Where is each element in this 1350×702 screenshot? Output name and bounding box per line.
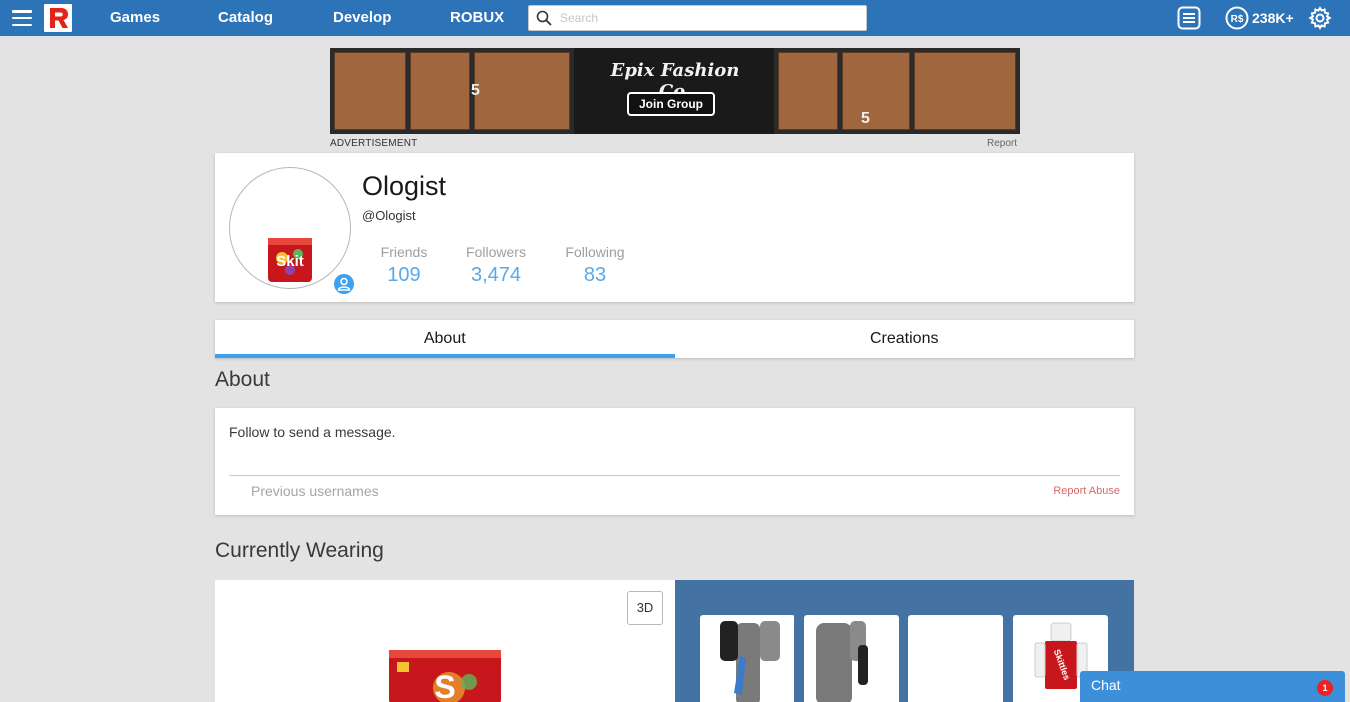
stat-value[interactable]: 3,474 (461, 264, 531, 287)
worn-item[interactable] (804, 615, 899, 702)
chat-bar[interactable]: Chat 1 (1080, 671, 1345, 702)
search-box (528, 5, 867, 31)
ad-price-tag: 5 (861, 110, 870, 127)
nav-develop[interactable]: Develop (333, 0, 391, 36)
profile-header: Skit Ologist @Ologist Friends 109 Follow… (215, 153, 1134, 302)
ad-shirt-thumbnail (410, 52, 470, 130)
stat-friends[interactable]: Friends 109 (375, 244, 433, 287)
ad-shirt-thumbnail (334, 52, 406, 130)
currently-wearing-heading: Currently Wearing (215, 539, 384, 562)
avatar[interactable]: Skit (229, 167, 356, 296)
online-status-badge (332, 272, 356, 296)
advertisement-label: ADVERTISEMENT (330, 138, 418, 149)
report-abuse-link[interactable]: Report Abuse (1053, 485, 1120, 497)
nav-robux[interactable]: ROBUX (450, 0, 504, 36)
roblox-logo-icon[interactable] (44, 4, 72, 32)
ad-report-link[interactable]: Report (987, 138, 1017, 149)
stat-value[interactable]: 83 (560, 264, 630, 287)
profile-display-name: Ologist (362, 171, 447, 201)
chat-label: Chat (1091, 677, 1121, 693)
ad-shirt-thumbnail (778, 52, 838, 130)
item-thumbnail-image (816, 621, 868, 702)
about-heading: About (215, 368, 270, 391)
worn-item[interactable] (908, 615, 1003, 702)
messages-icon[interactable] (1177, 6, 1201, 30)
search-input[interactable] (560, 11, 850, 25)
worn-items-panel: Skittles (675, 580, 1134, 702)
stat-followers[interactable]: Followers 3,474 (461, 244, 531, 287)
avatar-headshot-image: Skit (268, 238, 312, 282)
nav-catalog[interactable]: Catalog (218, 0, 273, 36)
ad-shirt-thumbnail (914, 52, 1016, 130)
tab-about[interactable]: About (215, 320, 675, 358)
avatar-logo-text: S (434, 669, 455, 702)
profile-username: @Ologist (362, 208, 416, 223)
ad-shirt-thumbnail (474, 52, 570, 130)
user-status-icon (334, 274, 354, 294)
svg-text:R$: R$ (1231, 14, 1244, 25)
nav-games[interactable]: Games (110, 0, 160, 36)
avatar-preview-panel: 3D S (215, 580, 675, 702)
menu-icon[interactable] (12, 10, 32, 26)
tab-creations[interactable]: Creations (675, 320, 1135, 358)
avatar-full-body-image: S (389, 650, 501, 702)
about-description: Follow to send a message. (229, 424, 396, 440)
search-icon (536, 10, 552, 26)
stat-label: Followers (466, 244, 526, 260)
robux-balance[interactable]: 238K+ (1252, 0, 1294, 36)
worn-item[interactable] (700, 615, 795, 702)
stat-value[interactable]: 109 (375, 264, 433, 287)
advertisement-banner[interactable]: Epix Fashion Co. Join Group 5 5 (330, 48, 1020, 134)
settings-gear-icon[interactable] (1308, 6, 1332, 30)
profile-tabs: About Creations (215, 320, 1134, 358)
stat-label: Following (565, 244, 625, 260)
ad-shirt-thumbnail (842, 52, 910, 130)
ad-price-tag: 5 (471, 82, 480, 99)
top-navigation-bar: Games Catalog Develop ROBUX R$ 238K+ (0, 0, 1350, 36)
robux-icon[interactable]: R$ (1225, 6, 1249, 30)
avatar-logo-text: Skit (276, 253, 304, 270)
stat-following[interactable]: Following 83 (560, 244, 630, 287)
about-panel: Follow to send a message. Previous usern… (215, 408, 1134, 515)
stat-label: Friends (380, 244, 428, 260)
previous-usernames-link[interactable]: Previous usernames (251, 483, 379, 499)
chat-unread-badge: 1 (1317, 680, 1333, 696)
toggle-3d-button[interactable]: 3D (627, 591, 663, 625)
ad-join-group-button[interactable]: Join Group (627, 92, 715, 116)
divider (229, 475, 1120, 476)
item-thumbnail-image (720, 615, 795, 702)
